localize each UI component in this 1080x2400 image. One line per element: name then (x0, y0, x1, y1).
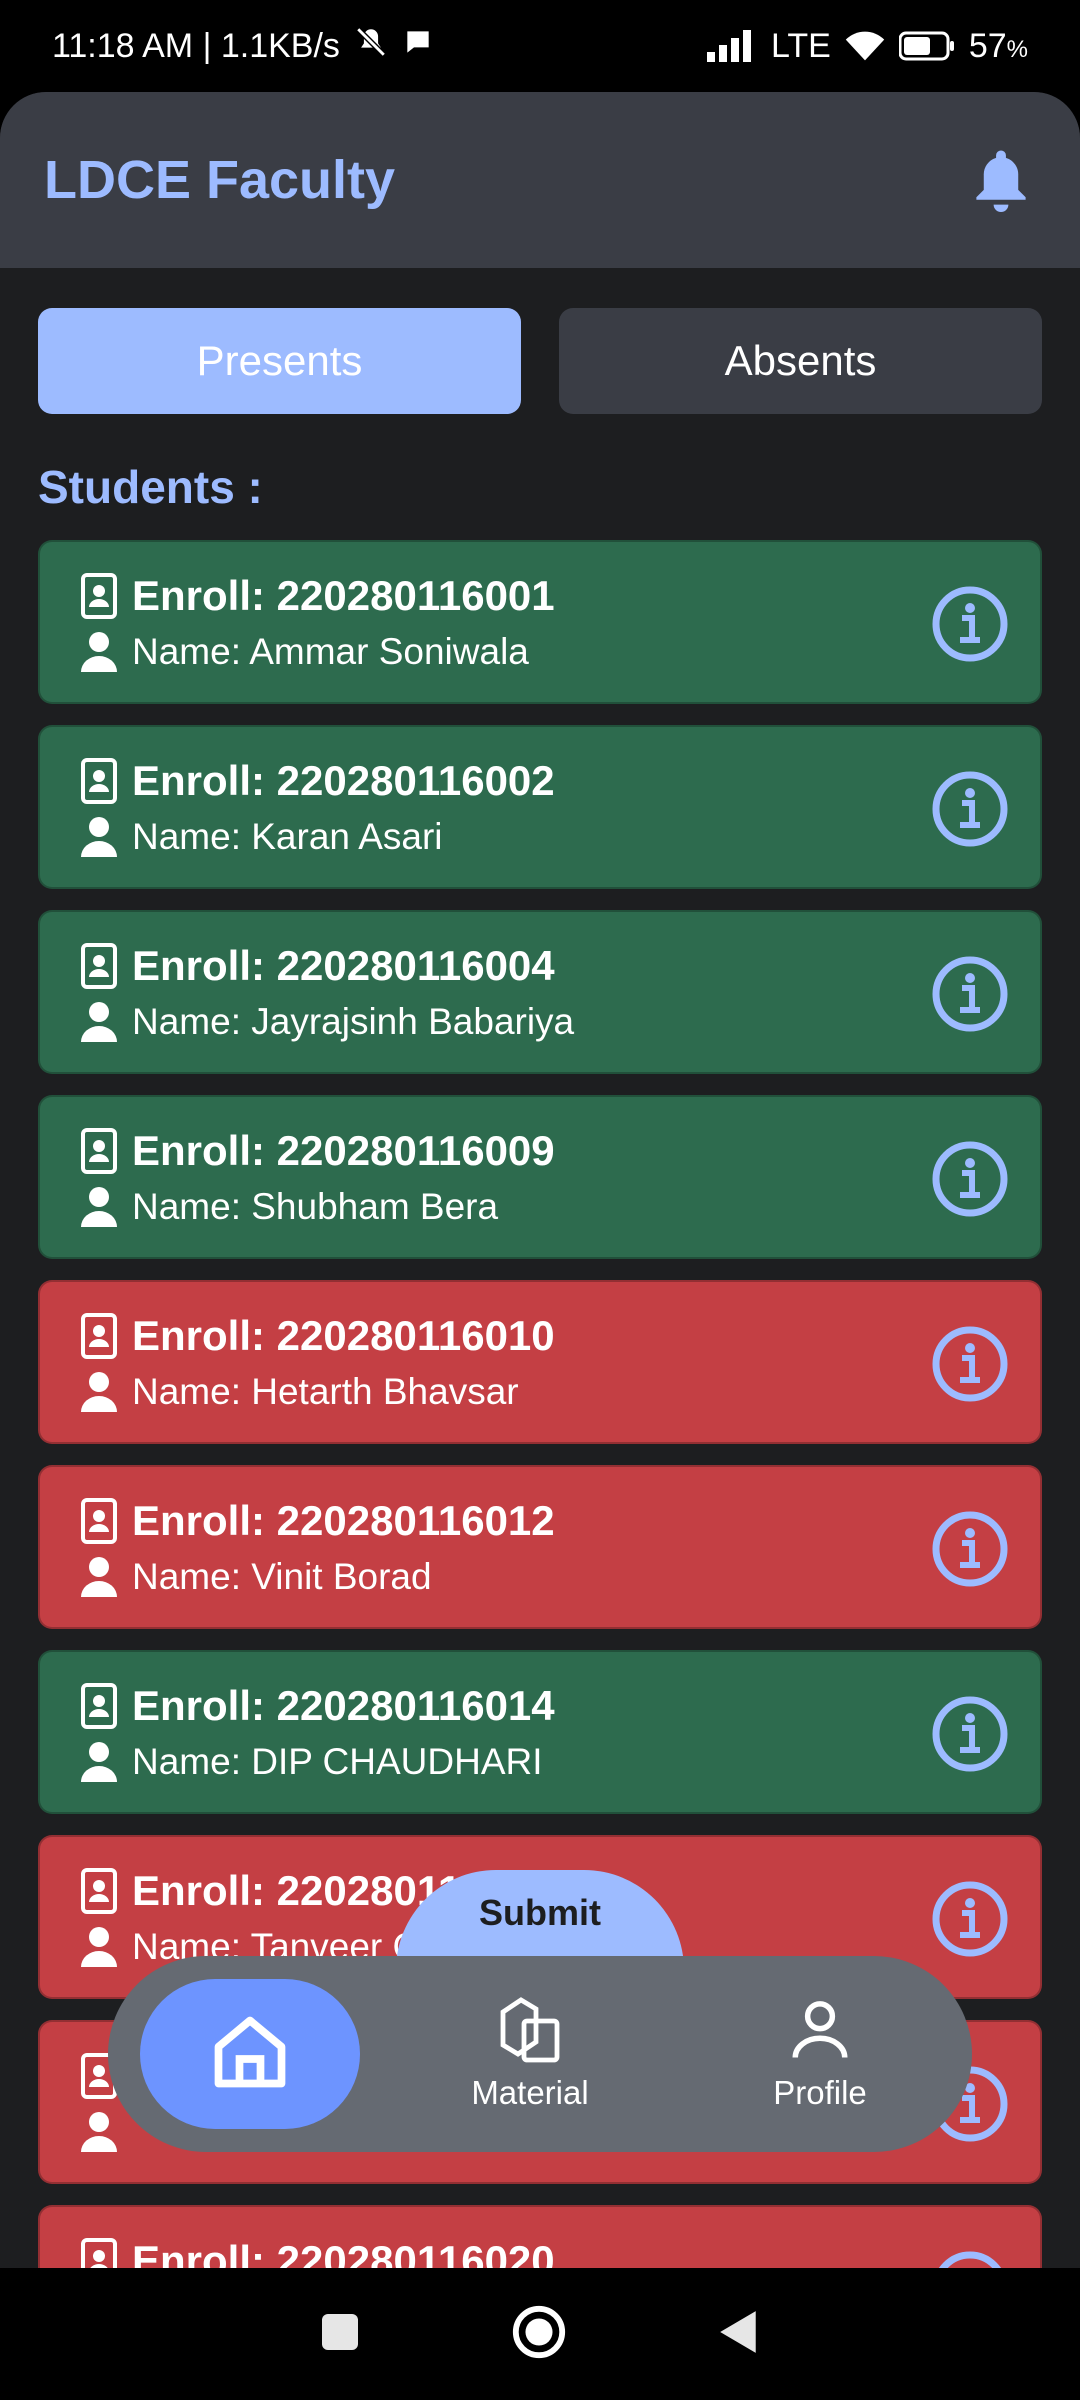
info-icon[interactable] (930, 2249, 1010, 2268)
info-icon[interactable] (930, 1879, 1010, 1959)
student-card[interactable]: Enroll: 220280116014 Name: DIP CHAUDHARI (38, 1650, 1042, 1814)
wifi-icon (845, 30, 885, 62)
app-header: LDCE Faculty (0, 92, 1080, 268)
id-card-icon (80, 1497, 118, 1545)
student-name: Name: Ammar Soniwala (132, 631, 529, 672)
user-icon (80, 998, 118, 1046)
nav-home[interactable] (140, 1979, 360, 2129)
info-icon[interactable] (930, 954, 1010, 1034)
id-card-icon (80, 1312, 118, 1360)
user-icon (80, 1183, 118, 1231)
student-card[interactable]: Enroll: 220280116012 Name: Vinit Borad (38, 1465, 1042, 1629)
student-card[interactable]: Enroll: 220280116009 Name: Shubham Bera (38, 1095, 1042, 1259)
chat-icon (402, 26, 434, 67)
nav-material[interactable]: Material (410, 1996, 650, 2112)
info-icon[interactable] (930, 1509, 1010, 1589)
tab-presents[interactable]: Presents (38, 308, 521, 414)
enroll-number: Enroll: 220280116020 (132, 2237, 555, 2268)
home-circle-icon[interactable] (510, 2303, 568, 2366)
info-icon[interactable] (930, 1694, 1010, 1774)
nav-profile-label: Profile (773, 2073, 867, 2111)
user-icon (80, 1923, 118, 1971)
nav-material-label: Material (471, 2073, 589, 2111)
back-icon[interactable] (718, 2309, 760, 2360)
user-icon (80, 2108, 118, 2156)
battery-icon (898, 31, 955, 61)
enroll-number: Enroll: 220280116004 (132, 942, 555, 989)
user-icon (80, 1738, 118, 1786)
id-card-icon (80, 572, 118, 620)
battery-level: 57% (968, 26, 1028, 65)
id-card-icon (80, 1127, 118, 1175)
status-left: 11:18 AM | 1.1KB/s (52, 25, 434, 68)
enroll-number: Enroll: 220280116009 (132, 1127, 555, 1174)
user-icon (80, 1368, 118, 1416)
student-name: Name: Hetarth Bhavsar (132, 1371, 519, 1412)
student-name: Name: DIP CHAUDHARI (132, 1741, 543, 1782)
nav-profile[interactable]: Profile (700, 1997, 940, 2112)
tab-absents[interactable]: Absents (559, 308, 1042, 414)
id-card-icon (80, 757, 118, 805)
user-icon (80, 1553, 118, 1601)
notification-bell-icon[interactable] (966, 145, 1036, 215)
info-icon[interactable] (930, 769, 1010, 849)
user-icon (80, 813, 118, 861)
recents-icon[interactable] (320, 2312, 360, 2357)
attendance-tabs: Presents Absents (38, 308, 1042, 414)
profile-icon (787, 1997, 853, 2068)
student-name: Name: Shubham Bera (132, 1186, 499, 1227)
enroll-number: Enroll: 220280116010 (132, 1312, 555, 1359)
bottom-nav: Material Profile (108, 1956, 972, 2152)
info-icon[interactable] (930, 584, 1010, 664)
status-right: LTE 57% (706, 26, 1028, 66)
id-card-icon (80, 942, 118, 990)
system-nav-bar (0, 2268, 1080, 2400)
home-icon (208, 2010, 292, 2099)
students-heading: Students : (38, 461, 263, 513)
student-name: Name: Jayrajsinh Babariya (132, 1001, 575, 1042)
status-bar: 11:18 AM | 1.1KB/s LTE 57% (0, 0, 1080, 92)
id-card-icon (80, 2237, 118, 2268)
student-name: Name: Vinit Borad (132, 1556, 432, 1597)
student-card[interactable]: Enroll: 220280116001 Name: Ammar Soniwal… (38, 540, 1042, 704)
signal-icon (706, 30, 757, 62)
student-name: Name: Karan Asari (132, 816, 443, 857)
mute-icon (354, 25, 388, 68)
user-icon (80, 628, 118, 676)
network-type: LTE (770, 26, 831, 65)
enroll-number: Enroll: 220280116012 (132, 1497, 555, 1544)
student-card[interactable]: Enroll: 220280116020 (38, 2205, 1042, 2268)
student-card[interactable]: Enroll: 220280116010 Name: Hetarth Bhavs… (38, 1280, 1042, 1444)
status-time: 11:18 AM | 1.1KB/s (52, 26, 340, 65)
student-card[interactable]: Enroll: 220280116004 Name: Jayrajsinh Ba… (38, 910, 1042, 1074)
documents-icon (494, 1996, 566, 2068)
enroll-number: Enroll: 220280116014 (132, 1682, 555, 1729)
id-card-icon (80, 1682, 118, 1730)
enroll-number: Enroll: 220280116001 (132, 572, 555, 619)
enroll-number: Enroll: 220280116002 (132, 757, 555, 804)
info-icon[interactable] (930, 1139, 1010, 1219)
app-title: LDCE Faculty (44, 150, 396, 210)
student-card[interactable]: Enroll: 220280116002 Name: Karan Asari (38, 725, 1042, 889)
info-icon[interactable] (930, 1324, 1010, 1404)
id-card-icon (80, 1867, 118, 1915)
